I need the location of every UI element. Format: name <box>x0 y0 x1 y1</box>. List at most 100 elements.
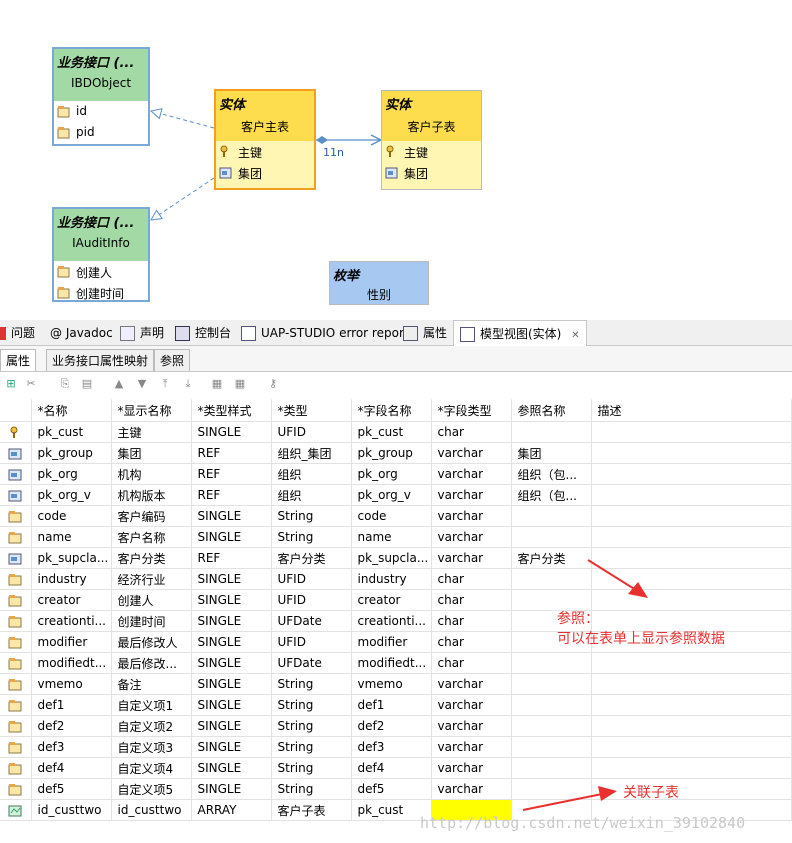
subtab-interface-mapping[interactable]: 业务接口属性映射 <box>46 349 155 371</box>
table-cell[interactable]: UFDate <box>271 652 352 674</box>
table-cell[interactable] <box>511 757 592 779</box>
table-cell[interactable]: pk_cust <box>351 421 432 443</box>
table-cell[interactable]: char <box>431 610 512 632</box>
table-cell[interactable] <box>591 505 792 527</box>
table-cell[interactable]: creationti... <box>31 610 112 632</box>
attr-row[interactable]: 集团 <box>216 162 314 183</box>
table-cell[interactable]: REF <box>191 547 272 569</box>
table-cell[interactable]: SINGLE <box>191 589 272 611</box>
table-cell[interactable]: 客户子表 <box>271 799 352 821</box>
move-top-icon[interactable]: ⤒ <box>158 377 172 391</box>
table-cell[interactable]: String <box>271 673 352 695</box>
table-cell[interactable] <box>511 526 592 548</box>
table-cell[interactable]: 客户名称 <box>111 526 192 548</box>
copy-icon[interactable]: ⎘ <box>58 377 72 391</box>
table-cell[interactable] <box>511 673 592 695</box>
attr-row[interactable]: 主键 <box>382 141 481 162</box>
table-row[interactable]: pk_supcla... 客户分类 REF 客户分类 pk_supcla... varch… <box>0 547 792 569</box>
tab-console[interactable]: 控制台 <box>175 320 231 346</box>
table-cell[interactable] <box>591 421 792 443</box>
table-cell[interactable]: String <box>271 715 352 737</box>
table-cell[interactable]: String <box>271 736 352 758</box>
table-row[interactable]: def1 自定义项1 SINGLE String def1 varchar <box>0 694 792 716</box>
table-cell[interactable]: code <box>351 505 432 527</box>
table-cell[interactable]: 组织_集团 <box>271 442 352 464</box>
table-cell[interactable]: char <box>431 652 512 674</box>
table-cell[interactable]: def2 <box>31 715 112 737</box>
table-cell[interactable] <box>591 694 792 716</box>
table-row[interactable]: def2 自定义项2 SINGLE String def2 varchar <box>0 715 792 737</box>
attr-row[interactable]: 创建人 <box>54 261 148 282</box>
model-diagram-canvas[interactable]: 业务接口 (... IBDObject id pid 业务接口 (... IAu… <box>0 0 792 312</box>
table-cell[interactable]: pk_org <box>31 463 112 485</box>
table-cell[interactable]: 创建人 <box>111 589 192 611</box>
table-cell[interactable]: 组织（包... <box>511 484 592 506</box>
table-cell[interactable] <box>591 442 792 464</box>
subtab-reference[interactable]: 参照 <box>154 349 191 371</box>
table-cell[interactable]: def3 <box>31 736 112 758</box>
table-cell[interactable] <box>591 526 792 548</box>
table-cell[interactable]: ARRAY <box>191 799 272 821</box>
table-row[interactable]: def3 自定义项3 SINGLE String def3 varchar <box>0 736 792 758</box>
table-cell[interactable]: modifier <box>351 631 432 653</box>
table-cell[interactable]: String <box>271 757 352 779</box>
table-cell[interactable] <box>511 778 592 800</box>
table-cell[interactable]: char <box>431 631 512 653</box>
move-down-icon[interactable]: ▼ <box>135 377 149 391</box>
add-attribute-icon[interactable]: ⊞ <box>4 377 18 391</box>
table-cell[interactable]: 机构 <box>111 463 192 485</box>
entity-main-table[interactable]: 实体 客户主表 主键 集团 <box>214 89 316 190</box>
tab-error-report[interactable]: UAP-STUDIO error report <box>241 320 409 346</box>
table-cell[interactable]: UFID <box>271 631 352 653</box>
table-row[interactable]: pk_org 机构 REF 组织 pk_org varchar 组织（包... <box>0 463 792 485</box>
table-cell[interactable]: 自定义项2 <box>111 715 192 737</box>
table-cell[interactable]: varchar <box>431 778 512 800</box>
table-cell[interactable]: id_custtwo <box>111 799 192 821</box>
tab-problems[interactable]: 问题 <box>0 320 35 346</box>
table-cell[interactable]: 自定义项3 <box>111 736 192 758</box>
table-cell[interactable] <box>591 484 792 506</box>
table-cell[interactable]: code <box>31 505 112 527</box>
collapse-all-icon[interactable]: ▦ <box>233 377 247 391</box>
table-cell[interactable]: SINGLE <box>191 505 272 527</box>
table-cell[interactable] <box>591 568 792 590</box>
table-cell[interactable]: 组织（包... <box>511 463 592 485</box>
expand-all-icon[interactable]: ▦ <box>210 377 224 391</box>
table-cell[interactable]: name <box>31 526 112 548</box>
table-cell[interactable]: char <box>431 568 512 590</box>
table-cell[interactable]: REF <box>191 442 272 464</box>
table-cell[interactable] <box>591 757 792 779</box>
inherit-line-iauditinfo[interactable] <box>151 177 215 220</box>
table-cell[interactable]: 集团 <box>511 442 592 464</box>
interface-ibdobject[interactable]: 业务接口 (... IBDObject id pid <box>52 47 150 146</box>
table-cell[interactable]: varchar <box>431 526 512 548</box>
tab-declaration[interactable]: 声明 <box>120 320 164 346</box>
table-cell[interactable]: SINGLE <box>191 568 272 590</box>
table-row[interactable]: creator 创建人 SINGLE UFID creator char <box>0 589 792 611</box>
tab-model-view[interactable]: 模型视图(实体) ✕ <box>453 320 587 346</box>
table-cell[interactable]: varchar <box>431 505 512 527</box>
table-cell[interactable]: String <box>271 778 352 800</box>
table-cell[interactable]: 机构版本 <box>111 484 192 506</box>
table-cell[interactable]: REF <box>191 484 272 506</box>
table-cell[interactable]: modifiedt... <box>351 652 432 674</box>
table-row[interactable]: vmemo 备注 SINGLE String vmemo varchar <box>0 673 792 695</box>
table-row[interactable]: pk_cust 主键 SINGLE UFID pk_cust char <box>0 421 792 443</box>
table-cell[interactable]: String <box>271 526 352 548</box>
table-cell[interactable]: creator <box>351 589 432 611</box>
table-cell[interactable]: 备注 <box>111 673 192 695</box>
table-cell[interactable]: SINGLE <box>191 526 272 548</box>
tab-javadoc[interactable]: @ Javadoc <box>50 320 113 346</box>
column-header[interactable]: *字段名称 <box>351 399 432 422</box>
column-header[interactable]: *类型 <box>271 399 352 422</box>
table-cell[interactable]: 经济行业 <box>111 568 192 590</box>
table-cell[interactable]: def5 <box>31 778 112 800</box>
table-cell[interactable]: varchar <box>431 757 512 779</box>
table-cell[interactable]: SINGLE <box>191 715 272 737</box>
table-cell[interactable]: UFID <box>271 589 352 611</box>
table-cell[interactable]: pk_supcla... <box>351 547 432 569</box>
table-cell[interactable]: creator <box>31 589 112 611</box>
table-row[interactable]: code 客户编码 SINGLE String code varchar <box>0 505 792 527</box>
close-tab-icon[interactable]: ✕ <box>571 330 579 341</box>
inherit-line-ibdobject[interactable] <box>151 111 215 129</box>
